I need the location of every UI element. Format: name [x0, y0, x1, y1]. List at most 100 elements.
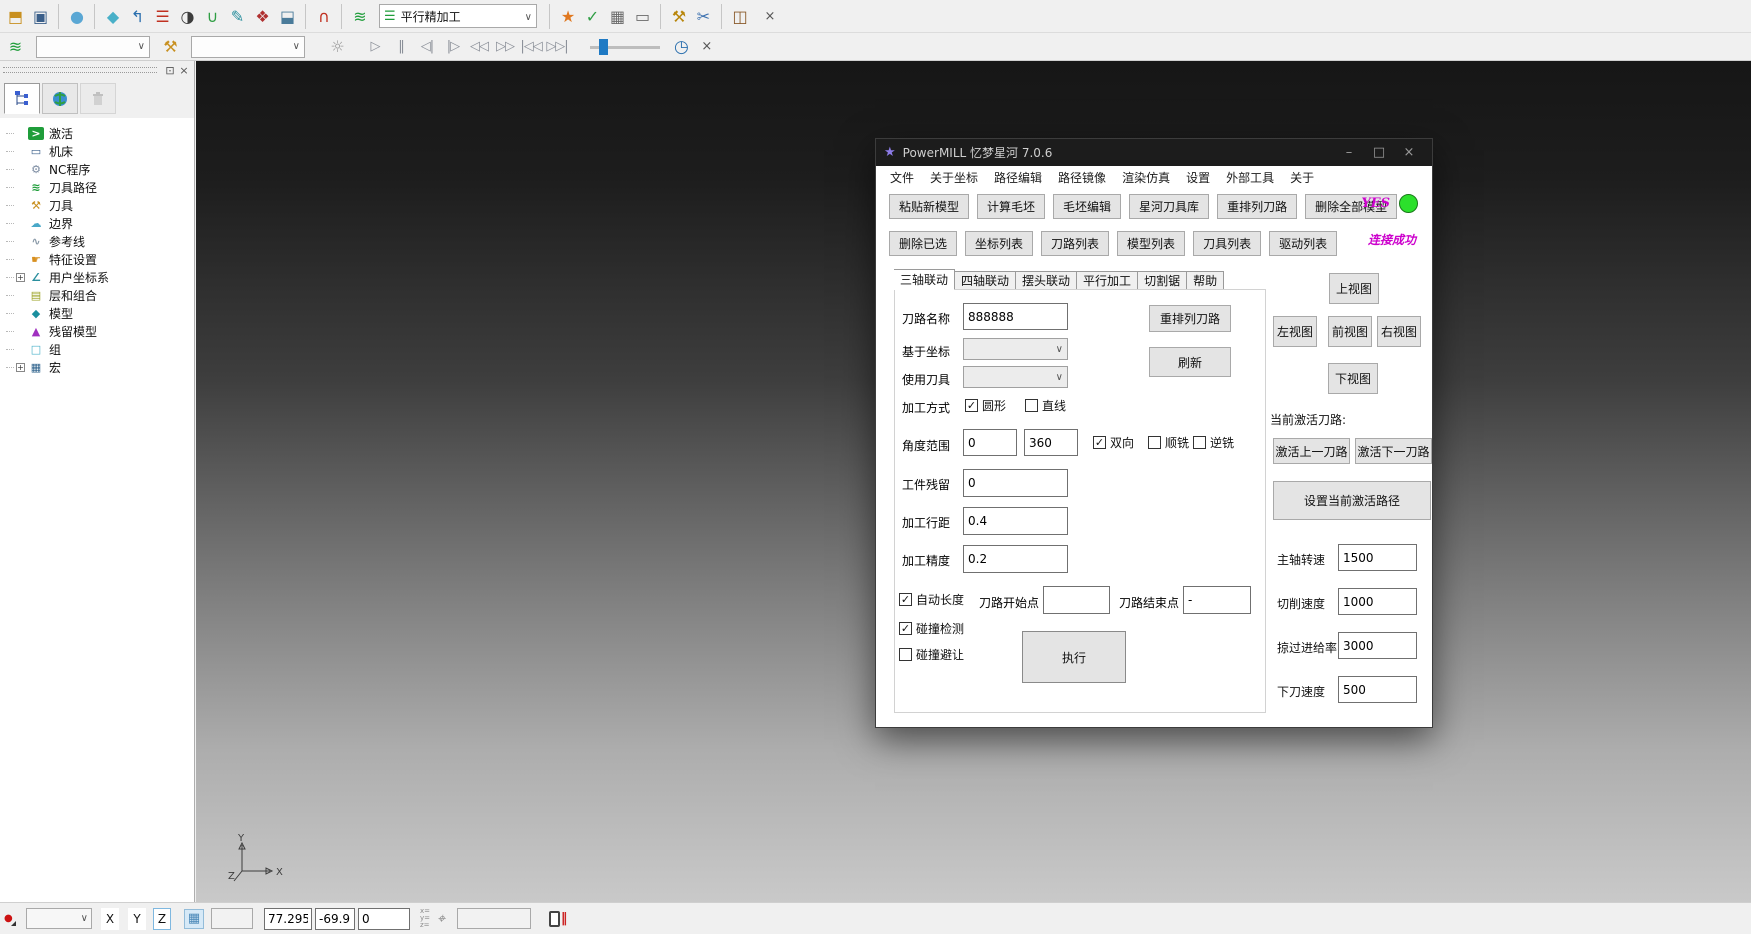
use-tool-select[interactable] [963, 366, 1068, 388]
strategy-dropdown[interactable]: ☰ 平行精加工 [379, 4, 537, 28]
sim-tool-icon[interactable]: ⚒ [158, 34, 183, 59]
speed-input[interactable] [1338, 544, 1417, 571]
view-left-button[interactable]: 左视图 [1273, 316, 1317, 347]
toolpath-name-input[interactable] [963, 303, 1068, 330]
explorer-tab-web[interactable] [42, 83, 78, 114]
tree-item[interactable]: ⚙ NC程序 [6, 160, 194, 178]
tree-item[interactable]: + ∠ 用户坐标系 [6, 268, 194, 286]
toolpath-end-input[interactable] [1183, 586, 1251, 614]
toolpath-verify-icon[interactable]: ✓ [580, 4, 605, 29]
speed-input[interactable] [1338, 676, 1417, 703]
collision-detect-checkbox[interactable]: 碰撞检测 [899, 620, 964, 637]
block-icon[interactable]: ◆ [94, 4, 125, 29]
axis-x-button[interactable]: X [101, 908, 119, 930]
go-end-icon[interactable]: ▷▷| [546, 36, 568, 58]
conventional-mill-checkbox[interactable]: 逆铣 [1193, 434, 1234, 451]
pause-icon[interactable]: ‖ [390, 36, 412, 58]
speed-input[interactable] [1338, 588, 1417, 615]
dialog-titlebar[interactable]: ★ PowerMILL 忆梦星河 7.0.6 – □ × [876, 139, 1432, 166]
tree-expander[interactable]: + [16, 363, 25, 372]
tool-pair-icon[interactable]: ⚒ [660, 4, 691, 29]
speed-input[interactable] [1338, 632, 1417, 659]
toolpath-layers-icon[interactable]: ≋ [341, 4, 372, 29]
step-forward-icon[interactable]: |▷ [442, 36, 464, 58]
close-button[interactable]: × [1394, 145, 1424, 160]
menu-item[interactable]: 文件 [882, 169, 922, 186]
tree-item[interactable]: ⚒ 刀具 [6, 196, 194, 214]
menu-item[interactable]: 关于坐标 [922, 169, 986, 186]
dialog-toolbar-button[interactable]: 粘贴新模型 [889, 194, 969, 219]
view-bottom-button[interactable]: 下视图 [1328, 363, 1378, 394]
dialog-toolbar-button[interactable]: 模型列表 [1117, 231, 1185, 256]
explorer-tab-trash[interactable] [80, 83, 116, 114]
open-project-icon[interactable]: ⬒ [3, 4, 28, 29]
climb-mill-checkbox[interactable]: 顺铣 [1148, 434, 1189, 451]
calculator-ball-icon[interactable]: ● [58, 4, 89, 29]
clock-icon[interactable]: ◷ [674, 37, 689, 57]
sim-toolbar-close-icon[interactable]: × [699, 39, 715, 54]
block-lines-icon[interactable]: ☰ [150, 4, 175, 29]
tree-item[interactable]: + ▦ 宏 [6, 358, 194, 376]
main-toolbar-close-icon[interactable]: × [762, 9, 778, 24]
tree-item[interactable]: ▤ 层和组合 [6, 286, 194, 304]
tool-status-icon[interactable]: ● [4, 913, 18, 924]
collision-avoid-checkbox[interactable]: 碰撞避让 [899, 646, 964, 663]
maximize-button[interactable]: □ [1364, 145, 1394, 160]
position-target-icon[interactable]: ⌖ [437, 911, 445, 927]
dialog-toolbar-button[interactable]: 驱动列表 [1269, 231, 1337, 256]
coord-z-field[interactable] [358, 908, 410, 930]
set-active-path-button[interactable]: 设置当前激活路径 [1273, 481, 1431, 520]
menu-item[interactable]: 路径编辑 [986, 169, 1050, 186]
angle-from-input[interactable] [963, 429, 1017, 456]
dialog-tab[interactable]: 平行加工 [1077, 271, 1138, 290]
fast-forward-icon[interactable]: ▷▷ [494, 36, 516, 58]
tolerance-input[interactable] [963, 545, 1068, 573]
tree-item[interactable]: ☁ 边界 [6, 214, 194, 232]
toolpath-start-input[interactable] [1043, 586, 1110, 614]
pattern-pencil-icon[interactable]: ✎ [225, 4, 250, 29]
tree-expander[interactable]: + [16, 273, 25, 282]
explorer-tab-tree[interactable] [4, 83, 40, 114]
u-channel-tool-icon[interactable]: ∪ [200, 4, 225, 29]
dialog-tab[interactable]: 帮助 [1187, 271, 1224, 290]
tree-item[interactable]: ◆ 模型 [6, 304, 194, 322]
dialog-toolbar-button[interactable]: 星河刀具库 [1129, 194, 1209, 219]
dialog-toolbar-button[interactable]: 刀具列表 [1193, 231, 1261, 256]
pause-render-icon[interactable]: ‖ [549, 911, 568, 927]
dialog-toolbar-button[interactable]: 删除已选 [889, 231, 957, 256]
activate-next-toolpath-button[interactable]: 激活下一刀路 [1355, 438, 1432, 464]
dialog-tab[interactable]: 摆头联动 [1016, 271, 1077, 290]
view-right-button[interactable]: 右视图 [1377, 316, 1421, 347]
rearrange-toolpath-button[interactable]: 重排列刀路 [1149, 305, 1231, 332]
tree-item[interactable]: > 激活 [6, 124, 194, 142]
tree-item[interactable]: □ 组 [6, 340, 194, 358]
activate-prev-toolpath-button[interactable]: 激活上一刀路 [1273, 438, 1350, 464]
dialog-toolbar-button[interactable]: 坐标列表 [965, 231, 1033, 256]
panel-close-icon[interactable]: × [177, 64, 191, 77]
axis-y-button[interactable]: Y [128, 908, 146, 930]
dialog-toolbar-button[interactable]: 刀路列表 [1041, 231, 1109, 256]
simulate-light-icon[interactable]: ☼ [325, 34, 350, 59]
auto-length-checkbox[interactable]: 自动长度 [899, 591, 964, 608]
slider-knob[interactable] [599, 39, 608, 55]
toolpath-star-icon[interactable]: ★ [549, 4, 580, 29]
method-circle-checkbox[interactable]: 圆形 [965, 397, 1006, 414]
dialog-toolbar-button[interactable]: 计算毛坯 [977, 194, 1045, 219]
sim-toolpath-select[interactable] [36, 36, 150, 58]
toolpath-layers-icon[interactable]: ≋ [3, 34, 28, 59]
menu-item[interactable]: 渲染仿真 [1114, 169, 1178, 186]
rewind-icon[interactable]: ◁◁ [468, 36, 490, 58]
view-front-button[interactable]: 前视图 [1328, 316, 1372, 347]
menu-item[interactable]: 外部工具 [1218, 169, 1282, 186]
grid-size-field[interactable] [211, 908, 253, 929]
axis-z-button[interactable]: Z [153, 908, 171, 930]
panel-grip[interactable] [3, 67, 157, 73]
panel-float-icon[interactable]: ⊡ [163, 64, 177, 77]
coord-x-field[interactable] [264, 908, 312, 930]
execute-button[interactable]: 执行 [1022, 631, 1126, 683]
simulation-speed-slider[interactable] [590, 39, 660, 55]
dialog-toolbar-button[interactable]: 毛坯编辑 [1053, 194, 1121, 219]
keyboard-icon[interactable]: ▭ [630, 4, 655, 29]
sim-tool-select[interactable] [191, 36, 305, 58]
menu-item[interactable]: 设置 [1178, 169, 1218, 186]
